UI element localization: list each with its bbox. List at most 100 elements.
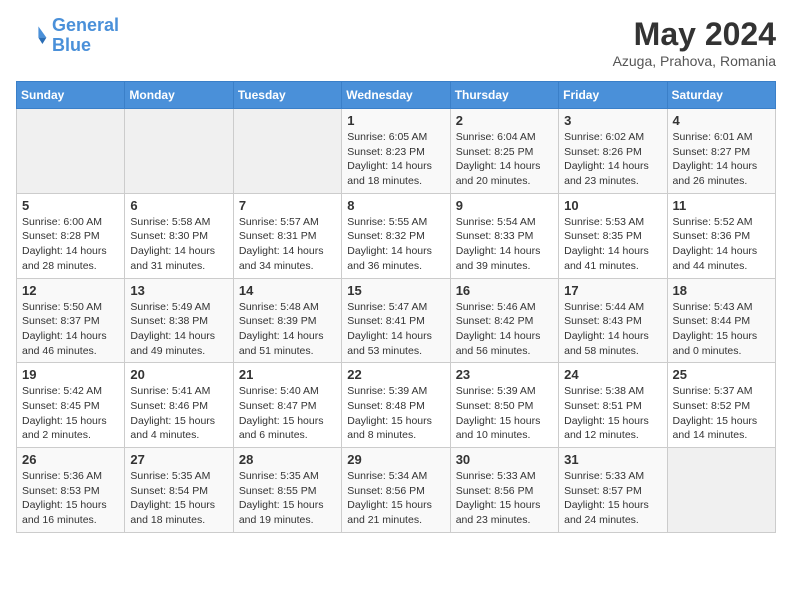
calendar-week-row: 19 Sunrise: 5:42 AM Sunset: 8:45 PM Dayli… (17, 363, 776, 448)
day-number: 28 (239, 452, 336, 467)
day-number: 13 (130, 283, 227, 298)
calendar-cell: 6 Sunrise: 5:58 AM Sunset: 8:30 PM Daylig… (125, 193, 233, 278)
calendar-cell: 5 Sunrise: 6:00 AM Sunset: 8:28 PM Daylig… (17, 193, 125, 278)
day-number: 18 (673, 283, 770, 298)
day-of-week-header: Sunday (17, 82, 125, 109)
calendar-cell: 13 Sunrise: 5:49 AM Sunset: 8:38 PM Dayli… (125, 278, 233, 363)
calendar-body: 1 Sunrise: 6:05 AM Sunset: 8:23 PM Daylig… (17, 109, 776, 533)
day-info: Sunrise: 5:50 AM Sunset: 8:37 PM Dayligh… (22, 300, 119, 359)
day-info: Sunrise: 6:04 AM Sunset: 8:25 PM Dayligh… (456, 130, 553, 189)
day-info: Sunrise: 5:39 AM Sunset: 8:48 PM Dayligh… (347, 384, 444, 443)
day-info: Sunrise: 5:35 AM Sunset: 8:55 PM Dayligh… (239, 469, 336, 528)
day-number: 2 (456, 113, 553, 128)
day-number: 17 (564, 283, 661, 298)
logo-icon (16, 20, 48, 52)
logo-text: General Blue (52, 16, 119, 56)
day-info: Sunrise: 5:42 AM Sunset: 8:45 PM Dayligh… (22, 384, 119, 443)
day-info: Sunrise: 6:05 AM Sunset: 8:23 PM Dayligh… (347, 130, 444, 189)
calendar-cell: 30Sunrise: 5:33 AM Sunset: 8:56 PM Dayli… (450, 448, 558, 533)
day-number: 22 (347, 367, 444, 382)
day-info: Sunrise: 5:36 AM Sunset: 8:53 PM Dayligh… (22, 469, 119, 528)
day-number: 15 (347, 283, 444, 298)
day-number: 1 (347, 113, 444, 128)
calendar-cell (667, 448, 775, 533)
day-info: Sunrise: 6:02 AM Sunset: 8:26 PM Dayligh… (564, 130, 661, 189)
day-info: Sunrise: 5:39 AM Sunset: 8:50 PM Dayligh… (456, 384, 553, 443)
day-number: 21 (239, 367, 336, 382)
calendar-cell: 19 Sunrise: 5:42 AM Sunset: 8:45 PM Dayli… (17, 363, 125, 448)
calendar-cell: 10 Sunrise: 5:53 AM Sunset: 8:35 PM Dayli… (559, 193, 667, 278)
day-info: Sunrise: 5:46 AM Sunset: 8:42 PM Dayligh… (456, 300, 553, 359)
calendar-cell: 18 Sunrise: 5:43 AM Sunset: 8:44 PM Dayli… (667, 278, 775, 363)
calendar-cell: 17 Sunrise: 5:44 AM Sunset: 8:43 PM Dayli… (559, 278, 667, 363)
day-number: 3 (564, 113, 661, 128)
day-number: 8 (347, 198, 444, 213)
logo-general: General (52, 15, 119, 35)
day-info: Sunrise: 5:41 AM Sunset: 8:46 PM Dayligh… (130, 384, 227, 443)
day-of-week-header: Saturday (667, 82, 775, 109)
day-number: 19 (22, 367, 119, 382)
calendar-cell: 16 Sunrise: 5:46 AM Sunset: 8:42 PM Dayli… (450, 278, 558, 363)
day-info: Sunrise: 5:57 AM Sunset: 8:31 PM Dayligh… (239, 215, 336, 274)
calendar-cell: 4Sunrise: 6:01 AM Sunset: 8:27 PM Daylig… (667, 109, 775, 194)
calendar-week-row: 1 Sunrise: 6:05 AM Sunset: 8:23 PM Daylig… (17, 109, 776, 194)
day-number: 24 (564, 367, 661, 382)
day-number: 25 (673, 367, 770, 382)
title-block: May 2024 Azuga, Prahova, Romania (613, 16, 776, 69)
calendar-cell: 24 Sunrise: 5:38 AM Sunset: 8:51 PM Dayli… (559, 363, 667, 448)
day-info: Sunrise: 5:55 AM Sunset: 8:32 PM Dayligh… (347, 215, 444, 274)
calendar-week-row: 5 Sunrise: 6:00 AM Sunset: 8:28 PM Daylig… (17, 193, 776, 278)
day-info: Sunrise: 5:33 AM Sunset: 8:57 PM Dayligh… (564, 469, 661, 528)
day-of-week-header: Wednesday (342, 82, 450, 109)
calendar-cell: 9 Sunrise: 5:54 AM Sunset: 8:33 PM Daylig… (450, 193, 558, 278)
location: Azuga, Prahova, Romania (613, 53, 776, 69)
month-title: May 2024 (613, 16, 776, 53)
day-number: 26 (22, 452, 119, 467)
day-of-week-header: Friday (559, 82, 667, 109)
calendar-cell: 3 Sunrise: 6:02 AM Sunset: 8:26 PM Daylig… (559, 109, 667, 194)
day-of-week-header: Thursday (450, 82, 558, 109)
logo-blue: Blue (52, 36, 119, 56)
calendar-cell: 29 Sunrise: 5:34 AM Sunset: 8:56 PM Dayli… (342, 448, 450, 533)
day-info: Sunrise: 5:58 AM Sunset: 8:30 PM Dayligh… (130, 215, 227, 274)
day-info: Sunrise: 5:49 AM Sunset: 8:38 PM Dayligh… (130, 300, 227, 359)
calendar-cell: 27Sunrise: 5:35 AM Sunset: 8:54 PM Dayli… (125, 448, 233, 533)
day-info: Sunrise: 5:52 AM Sunset: 8:36 PM Dayligh… (673, 215, 770, 274)
calendar: SundayMondayTuesdayWednesdayThursdayFrid… (16, 81, 776, 533)
calendar-cell: 12 Sunrise: 5:50 AM Sunset: 8:37 PM Dayli… (17, 278, 125, 363)
calendar-cell: 25 Sunrise: 5:37 AM Sunset: 8:52 PM Dayli… (667, 363, 775, 448)
day-number: 10 (564, 198, 661, 213)
day-info: Sunrise: 5:38 AM Sunset: 8:51 PM Dayligh… (564, 384, 661, 443)
day-number: 9 (456, 198, 553, 213)
day-info: Sunrise: 5:54 AM Sunset: 8:33 PM Dayligh… (456, 215, 553, 274)
calendar-header-row: SundayMondayTuesdayWednesdayThursdayFrid… (17, 82, 776, 109)
day-info: Sunrise: 5:33 AM Sunset: 8:56 PM Dayligh… (456, 469, 553, 528)
day-number: 16 (456, 283, 553, 298)
day-info: Sunrise: 5:53 AM Sunset: 8:35 PM Dayligh… (564, 215, 661, 274)
day-info: Sunrise: 5:34 AM Sunset: 8:56 PM Dayligh… (347, 469, 444, 528)
day-number: 29 (347, 452, 444, 467)
calendar-cell: 8 Sunrise: 5:55 AM Sunset: 8:32 PM Daylig… (342, 193, 450, 278)
day-number: 27 (130, 452, 227, 467)
calendar-cell: 31 Sunrise: 5:33 AM Sunset: 8:57 PM Dayli… (559, 448, 667, 533)
calendar-cell: 11 Sunrise: 5:52 AM Sunset: 8:36 PM Dayli… (667, 193, 775, 278)
day-number: 20 (130, 367, 227, 382)
calendar-cell: 28 Sunrise: 5:35 AM Sunset: 8:55 PM Dayli… (233, 448, 341, 533)
day-info: Sunrise: 5:37 AM Sunset: 8:52 PM Dayligh… (673, 384, 770, 443)
calendar-week-row: 12 Sunrise: 5:50 AM Sunset: 8:37 PM Dayli… (17, 278, 776, 363)
day-number: 6 (130, 198, 227, 213)
day-info: Sunrise: 6:00 AM Sunset: 8:28 PM Dayligh… (22, 215, 119, 274)
calendar-cell: 2 Sunrise: 6:04 AM Sunset: 8:25 PM Daylig… (450, 109, 558, 194)
calendar-cell (125, 109, 233, 194)
day-info: Sunrise: 5:43 AM Sunset: 8:44 PM Dayligh… (673, 300, 770, 359)
day-number: 31 (564, 452, 661, 467)
day-number: 5 (22, 198, 119, 213)
calendar-cell: 23Sunrise: 5:39 AM Sunset: 8:50 PM Dayli… (450, 363, 558, 448)
calendar-cell (17, 109, 125, 194)
day-number: 12 (22, 283, 119, 298)
calendar-cell: 14Sunrise: 5:48 AM Sunset: 8:39 PM Dayli… (233, 278, 341, 363)
day-info: Sunrise: 5:44 AM Sunset: 8:43 PM Dayligh… (564, 300, 661, 359)
day-number: 11 (673, 198, 770, 213)
calendar-cell: 21Sunrise: 5:40 AM Sunset: 8:47 PM Dayli… (233, 363, 341, 448)
day-number: 7 (239, 198, 336, 213)
